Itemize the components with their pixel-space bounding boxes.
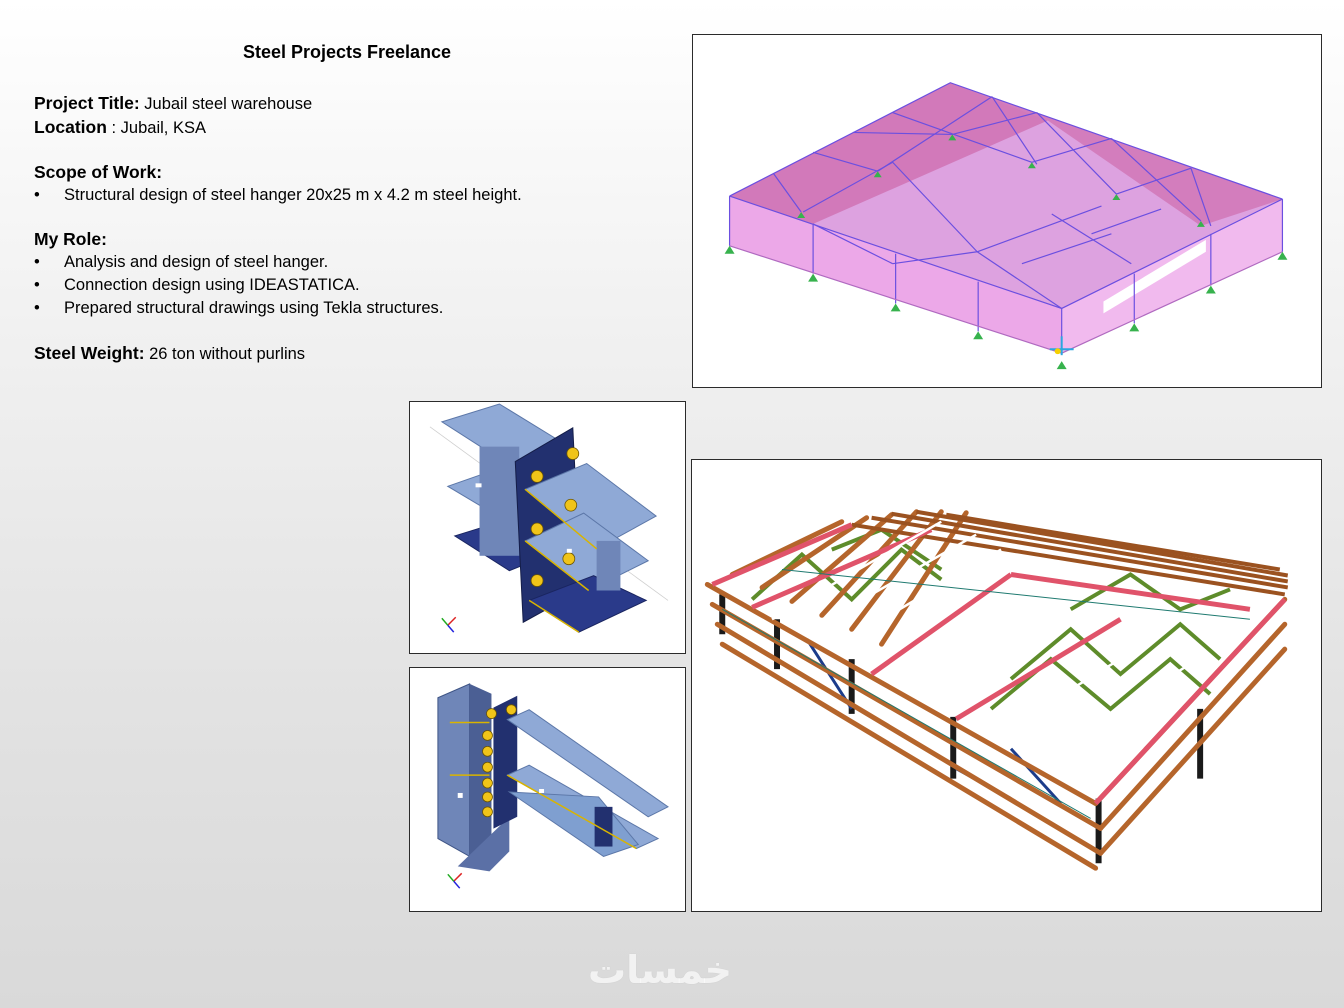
analysis-model-image	[692, 34, 1322, 388]
connection-detail-1-drawing	[429, 403, 669, 633]
project-title-line: Project Title: Jubail steel warehouse	[34, 92, 674, 116]
list-item: Prepared structural drawings using Tekla…	[34, 297, 674, 320]
steel-weight-label: Steel Weight:	[34, 343, 145, 363]
page-title: Steel Projects Freelance	[242, 42, 452, 62]
project-title-label: Project Title:	[34, 93, 140, 113]
connection-detail-2-drawing	[437, 683, 669, 889]
list-item: Structural design of steel hanger 20x25 …	[34, 184, 674, 207]
role-list: Analysis and design of steel hanger. Con…	[34, 251, 674, 320]
list-item: Analysis and design of steel hanger.	[34, 251, 674, 274]
list-item: Connection design using IDEASTATICA.	[34, 274, 674, 297]
watermark: خمسات	[588, 948, 732, 992]
project-details: Project Title: Jubail steel warehouse Lo…	[34, 92, 674, 366]
location-line: Location : Jubail, KSA	[34, 116, 674, 140]
connection-detail-1-image	[409, 401, 686, 654]
scope-list: Structural design of steel hanger 20x25 …	[34, 184, 674, 207]
tekla-model-drawing	[704, 509, 1289, 871]
steel-weight-line: Steel Weight: 26 ton without purlins	[34, 342, 674, 366]
steel-weight-value: 26 ton without purlins	[144, 345, 306, 363]
connection-detail-2-image	[409, 667, 686, 912]
tekla-model-image	[691, 459, 1322, 912]
location-value: : Jubail, KSA	[106, 119, 206, 137]
location-label: Location	[34, 117, 107, 137]
scope-heading: Scope of Work:	[34, 162, 163, 182]
project-title-value: Jubail steel warehouse	[144, 95, 313, 113]
analysis-model-drawing	[724, 82, 1288, 370]
role-heading: My Role:	[34, 229, 107, 249]
